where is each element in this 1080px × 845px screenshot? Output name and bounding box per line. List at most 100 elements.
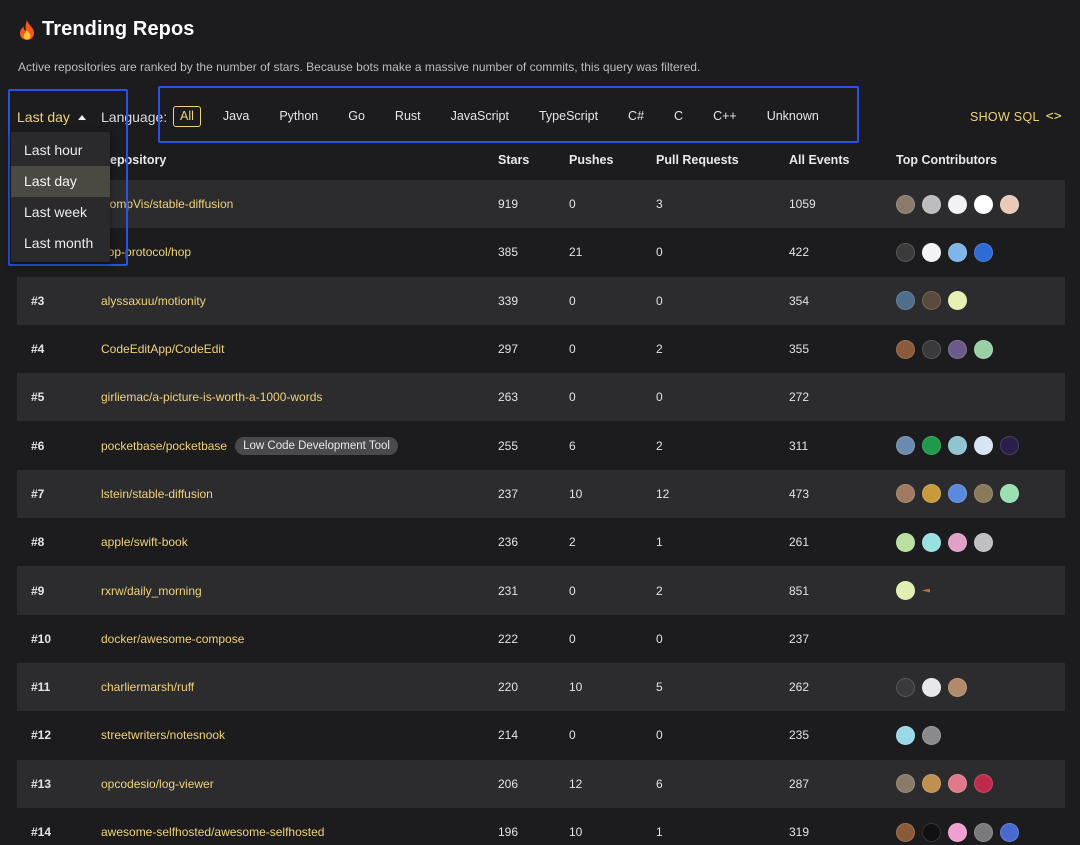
avatar[interactable] <box>974 242 993 262</box>
avatar[interactable] <box>974 774 993 794</box>
show-sql-button[interactable]: SHOW SQL <> <box>970 109 1062 124</box>
repo-link[interactable]: docker/awesome-compose <box>101 632 244 646</box>
row-rank: #9 <box>31 583 45 598</box>
avatar[interactable] <box>1000 822 1019 842</box>
repo-link[interactable]: alyssaxuu/motionity <box>101 294 206 308</box>
language-tab-python[interactable]: Python <box>264 105 333 127</box>
title-row: Trending Repos <box>18 18 195 41</box>
language-tab-javascript[interactable]: JavaScript <box>436 105 524 127</box>
avatar[interactable] <box>922 725 941 745</box>
avatar[interactable] <box>974 532 993 552</box>
avatar[interactable] <box>922 532 941 552</box>
period-option-last-month[interactable]: Last month <box>11 228 110 259</box>
row-repository: awesome-selfhosted/awesome-selfhosted <box>101 825 498 839</box>
avatar[interactable] <box>948 291 967 311</box>
row-pushes: 12 <box>569 776 583 791</box>
language-tab-rust[interactable]: Rust <box>380 105 436 127</box>
row-all-events: 287 <box>789 776 810 791</box>
avatar[interactable] <box>896 484 915 504</box>
avatar[interactable] <box>896 242 915 262</box>
avatar[interactable] <box>948 484 967 504</box>
repo-link[interactable]: rxrw/daily_morning <box>101 584 202 598</box>
avatar[interactable] <box>974 339 993 359</box>
row-all-events: 237 <box>789 631 810 646</box>
avatar[interactable] <box>948 774 967 794</box>
avatar[interactable] <box>948 436 967 456</box>
row-pull-requests: 0 <box>656 390 663 405</box>
repo-link[interactable]: pocketbase/pocketbase <box>101 439 227 453</box>
row-pushes: 6 <box>569 438 576 453</box>
avatar[interactable] <box>922 436 941 456</box>
avatar[interactable] <box>974 484 993 504</box>
language-tab-all[interactable]: All <box>173 105 201 127</box>
table-row: #12 streetwriters/notesnook 214 0 0 235 <box>17 711 1065 760</box>
row-all-events: 262 <box>789 680 810 695</box>
fire-icon <box>18 19 36 41</box>
period-option-last-day[interactable]: Last day <box>11 166 110 197</box>
avatar[interactable] <box>922 677 941 697</box>
row-top-contributors <box>896 822 1065 842</box>
avatar[interactable] <box>1000 194 1019 214</box>
avatar[interactable] <box>896 774 915 794</box>
avatar[interactable] <box>922 588 930 593</box>
repo-link[interactable]: opcodesio/log-viewer <box>101 777 214 791</box>
avatar[interactable] <box>896 725 915 745</box>
language-tab-csharp[interactable]: C# <box>613 105 659 127</box>
row-pull-requests: 5 <box>656 680 663 695</box>
repo-tag[interactable]: Low Code Development Tool <box>235 436 398 455</box>
avatar[interactable] <box>896 581 915 601</box>
avatar[interactable] <box>896 532 915 552</box>
show-sql-label: SHOW SQL <box>969 109 1040 124</box>
avatar[interactable] <box>922 484 941 504</box>
avatar[interactable] <box>948 194 967 214</box>
language-tab-c[interactable]: C <box>659 105 698 127</box>
avatar[interactable] <box>896 291 915 311</box>
repo-link[interactable]: CompVis/stable-diffusion <box>101 197 233 211</box>
period-option-last-week[interactable]: Last week <box>11 197 110 228</box>
language-tab-go[interactable]: Go <box>333 105 380 127</box>
avatar[interactable] <box>922 774 941 794</box>
row-repository: alyssaxuu/motionity <box>101 294 498 308</box>
language-tab-cpp[interactable]: C++ <box>698 105 752 127</box>
repo-link[interactable]: lstein/stable-diffusion <box>101 487 213 501</box>
repo-link[interactable]: CodeEditApp/CodeEdit <box>101 342 224 356</box>
avatar[interactable] <box>896 436 915 456</box>
period-select[interactable]: Last day <box>17 109 86 125</box>
avatar[interactable] <box>922 822 941 842</box>
period-option-last-hour[interactable]: Last hour <box>11 135 110 166</box>
avatar[interactable] <box>948 532 967 552</box>
repo-link[interactable]: apple/swift-book <box>101 535 188 549</box>
avatar[interactable] <box>922 194 941 214</box>
avatar[interactable] <box>974 194 993 214</box>
avatar[interactable] <box>896 677 915 697</box>
header-pull-requests: Pull Requests <box>656 153 739 167</box>
avatar[interactable] <box>948 677 967 697</box>
avatar[interactable] <box>922 242 941 262</box>
row-pull-requests: 0 <box>656 293 663 308</box>
avatar[interactable] <box>974 822 993 842</box>
language-tab-typescript[interactable]: TypeScript <box>524 105 613 127</box>
repo-link[interactable]: streetwriters/notesnook <box>101 728 225 742</box>
row-all-events: 422 <box>789 245 810 260</box>
avatar[interactable] <box>922 339 941 359</box>
avatar[interactable] <box>1000 484 1019 504</box>
avatar[interactable] <box>948 822 967 842</box>
row-pushes: 10 <box>569 825 583 839</box>
repo-link[interactable]: charliermarsh/ruff <box>101 680 194 694</box>
avatar[interactable] <box>974 436 993 456</box>
repo-link[interactable]: awesome-selfhosted/awesome-selfhosted <box>101 825 324 839</box>
row-all-events: 473 <box>789 486 810 501</box>
avatar[interactable] <box>948 242 967 262</box>
language-tab-unknown[interactable]: Unknown <box>752 105 834 127</box>
repo-link[interactable]: hop-protocol/hop <box>101 245 191 259</box>
avatar[interactable] <box>1000 436 1019 456</box>
language-tab-java[interactable]: Java <box>208 105 264 127</box>
avatar[interactable] <box>922 291 941 311</box>
avatar[interactable] <box>948 339 967 359</box>
table-header: Repository Stars Pushes Pull Requests Al… <box>17 140 1065 180</box>
avatar[interactable] <box>896 339 915 359</box>
repos-table: Repository Stars Pushes Pull Requests Al… <box>17 140 1065 845</box>
avatar[interactable] <box>896 822 915 842</box>
repo-link[interactable]: girliemac/a-picture-is-worth-a-1000-word… <box>101 390 322 404</box>
avatar[interactable] <box>896 194 915 214</box>
